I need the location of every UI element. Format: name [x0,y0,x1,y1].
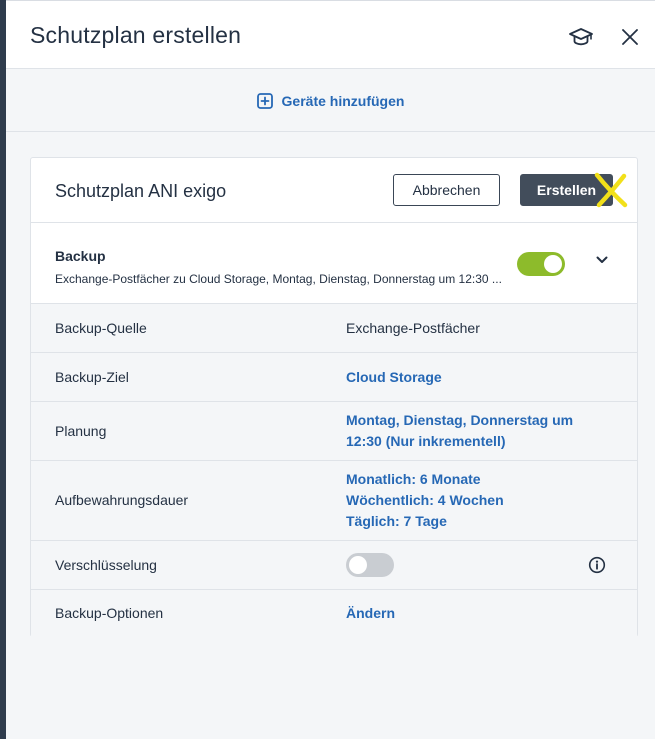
row-backup-source: Backup-Quelle Exchange-Postfächer [31,304,637,353]
schedule-link[interactable]: Montag, Dienstag, Donnerstag um 12:30 (N… [346,410,601,452]
backup-toggle[interactable] [517,252,565,276]
info-icon[interactable] [588,556,606,574]
protection-plan-card: Schutzplan ANI exigo Abbrechen Erstellen… [30,157,638,637]
create-button[interactable]: Erstellen [520,174,613,206]
backup-target-link[interactable]: Cloud Storage [346,367,601,388]
backup-source-value: Exchange-Postfächer [346,320,480,336]
row-encryption: Verschlüsselung [31,541,637,590]
backup-module: Backup Exchange-Postfächer zu Cloud Stor… [31,224,637,304]
plus-square-icon [256,92,273,109]
row-schedule: Planung Montag, Dienstag, Donnerstag um … [31,402,637,461]
retention-link[interactable]: Monatlich: 6 Monate Wöchentlich: 4 Woche… [346,469,601,532]
close-icon[interactable] [616,23,644,51]
backup-target-label: Backup-Ziel [55,369,129,385]
schedule-line-2: 12:30 (Nur inkrementell) [346,433,506,449]
encryption-toggle[interactable] [346,553,394,577]
page-title: Schutzplan erstellen [30,22,242,48]
row-retention: Aufbewahrungsdauer Monatlich: 6 Monate W… [31,461,637,541]
add-devices-bar: Geräte hinzufügen [6,70,655,132]
retention-weekly: Wöchentlich: 4 Wochen [346,492,504,508]
add-devices-button[interactable]: Geräte hinzufügen [256,92,405,109]
retention-monthly: Monatlich: 6 Monate [346,471,481,487]
row-backup-target: Backup-Ziel Cloud Storage [31,353,637,402]
chevron-down-icon[interactable] [595,255,609,265]
plan-name[interactable]: Schutzplan ANI exigo [55,181,226,202]
retention-label: Aufbewahrungsdauer [55,492,189,508]
toggle-knob [544,255,562,273]
backup-options-change-link[interactable]: Ändern [346,603,601,624]
toggle-knob [349,556,367,574]
backup-source-label: Backup-Quelle [55,320,147,336]
backup-title: Backup [55,248,106,264]
cancel-button[interactable]: Abbrechen [393,174,500,206]
backup-options-label: Backup-Optionen [55,605,164,621]
backup-summary: Exchange-Postfächer zu Cloud Storage, Mo… [55,272,502,286]
backup-settings-list: Backup-Quelle Exchange-Postfächer Backup… [31,304,637,637]
create-protection-plan-panel: Schutzplan erstellen Geräte hinzufügen S… [6,0,655,739]
encryption-label: Verschlüsselung [55,557,157,573]
panel-header: Schutzplan erstellen [6,1,655,69]
add-devices-label: Geräte hinzufügen [281,92,405,109]
retention-daily: Täglich: 7 Tage [346,513,447,529]
row-backup-options: Backup-Optionen Ändern [31,590,637,637]
graduation-cap-icon[interactable] [567,23,595,51]
plan-card-header: Schutzplan ANI exigo Abbrechen Erstellen [31,158,637,223]
schedule-line-1: Montag, Dienstag, Donnerstag um [346,412,574,428]
schedule-label: Planung [55,423,107,439]
